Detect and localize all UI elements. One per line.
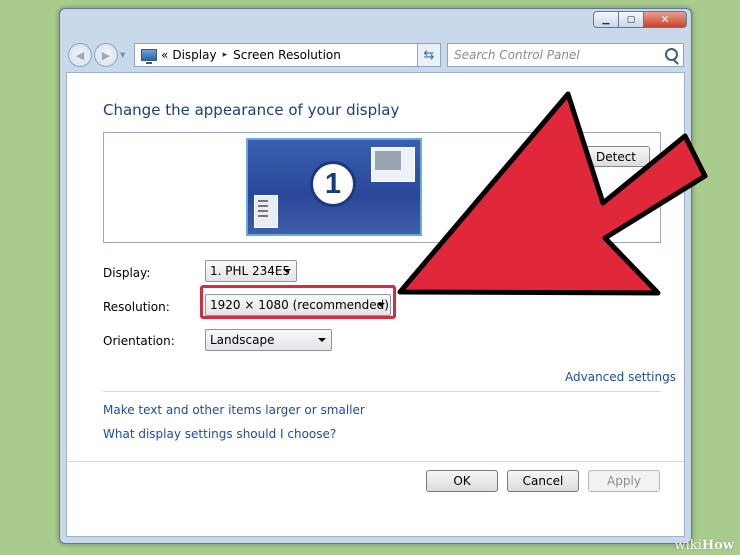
search-placeholder: Search Control Panel (454, 48, 580, 62)
main-panel: Change the appearance of your display 1 … (66, 72, 685, 537)
search-icon[interactable] (665, 48, 678, 61)
window-thumbnail-icon (371, 147, 415, 182)
breadcrumb-separator-icon[interactable]: ▸ (223, 50, 228, 60)
window-controls: ▁ ▢ ✕ (593, 11, 687, 28)
computer-tower-icon (254, 195, 278, 228)
monitor-number-badge: 1 (310, 161, 356, 207)
display-select-value: 1. PHL 234E5 (210, 264, 291, 278)
breadcrumb-screen-resolution[interactable]: Screen Resolution (233, 48, 341, 62)
page-title: Change the appearance of your display (103, 101, 400, 119)
navigation-bar: ◀ ▶ ▼ « Display ▸ Screen Resolution ▼ ⇆ … (68, 42, 685, 68)
resolution-highlight-box (200, 285, 396, 319)
breadcrumb-overflow[interactable]: « (161, 48, 168, 62)
search-input[interactable]: Search Control Panel (447, 43, 684, 67)
refresh-button[interactable]: ⇆ (417, 43, 441, 67)
text-size-link[interactable]: Make text and other items larger or smal… (103, 403, 365, 417)
display-select[interactable]: 1. PHL 234E5 (205, 260, 297, 282)
forward-button[interactable]: ▶ (94, 43, 118, 67)
wikihow-watermark: wikiHow (675, 538, 734, 553)
address-bar[interactable]: « Display ▸ Screen Resolution ▼ (134, 43, 437, 67)
advanced-settings-link[interactable]: Advanced settings (565, 370, 676, 384)
display-label: Display: (103, 266, 151, 280)
minimize-button[interactable]: ▁ (593, 11, 619, 28)
cancel-button[interactable]: Cancel (507, 470, 579, 492)
chevron-down-icon (318, 338, 326, 342)
display-help-link[interactable]: What display settings should I choose? (103, 427, 336, 441)
close-button[interactable]: ✕ (643, 11, 687, 28)
watermark-wiki: wiki (674, 538, 702, 553)
ok-button[interactable]: OK (426, 470, 498, 492)
refresh-icon: ⇆ (423, 47, 435, 63)
section-divider (103, 391, 661, 392)
recent-pages-dropdown-icon[interactable]: ▼ (120, 51, 125, 59)
orientation-select-value: Landscape (210, 333, 275, 347)
back-arrow-icon: ◀ (75, 48, 85, 62)
apply-button[interactable]: Apply (588, 470, 660, 492)
orientation-label: Orientation: (103, 334, 175, 348)
monitor-1-thumbnail[interactable]: 1 (246, 138, 422, 236)
resolution-label: Resolution: (103, 300, 170, 314)
display-preview: 1 Detect (103, 132, 661, 243)
forward-arrow-icon: ▶ (101, 48, 111, 62)
detect-button[interactable]: Detect (582, 146, 650, 167)
screen-resolution-window: ▁ ▢ ✕ ◀ ▶ ▼ « Display ▸ Screen Resolutio… (59, 8, 692, 544)
maximize-button[interactable]: ▢ (618, 11, 644, 28)
watermark-how: How (701, 538, 734, 553)
chevron-down-icon (283, 269, 291, 273)
monitor-icon (141, 49, 157, 64)
back-button[interactable]: ◀ (68, 43, 92, 67)
orientation-select[interactable]: Landscape (205, 329, 332, 351)
footer-divider (67, 461, 684, 462)
breadcrumb-display[interactable]: Display (172, 48, 216, 62)
